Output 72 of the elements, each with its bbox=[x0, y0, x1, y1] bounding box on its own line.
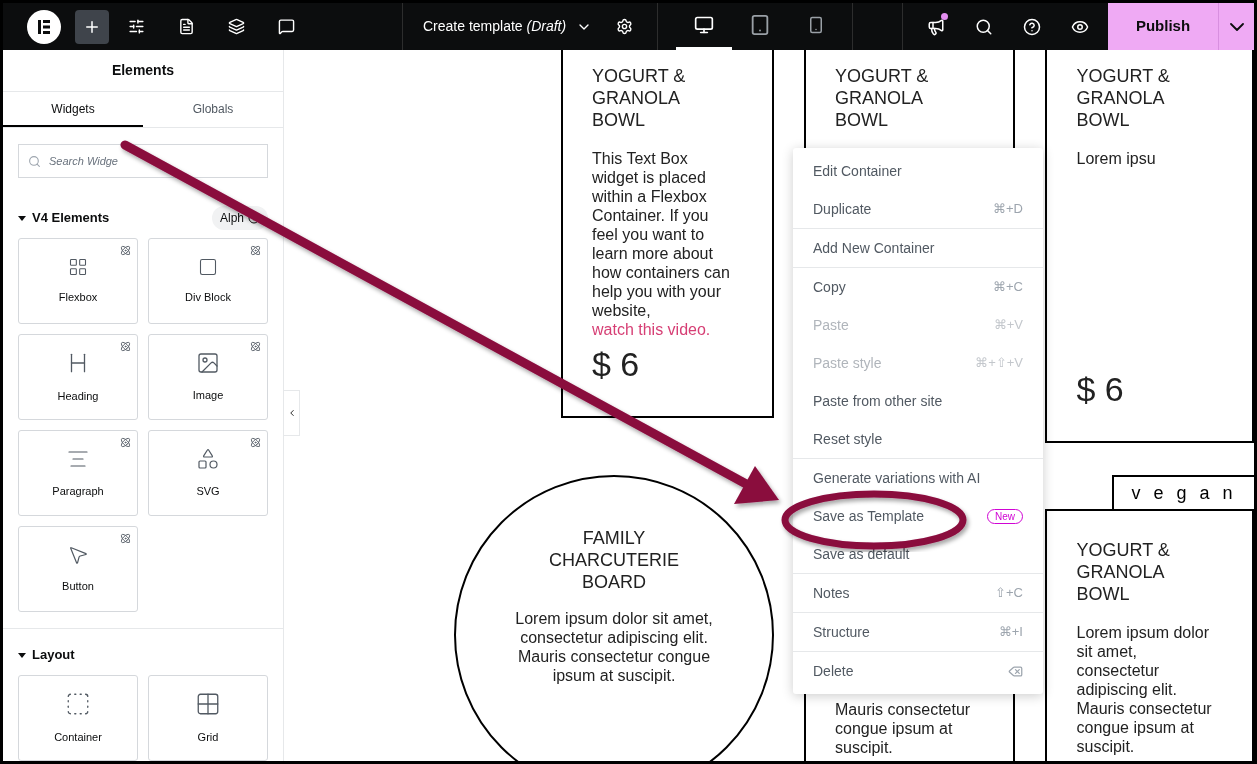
menu-item[interactable]: Generate variations with AI bbox=[793, 459, 1043, 497]
price: $ 6 bbox=[1076, 369, 1125, 410]
desktop-icon bbox=[694, 15, 714, 35]
publish-button[interactable]: Publish bbox=[1108, 3, 1218, 50]
widget-tile[interactable]: Button bbox=[18, 526, 138, 612]
card-description: Lorem ipsum dolor sit amet, consectetur adipiscing elit. Mauris consectetur congue ipsum at suscipit. bbox=[514, 609, 714, 685]
widget-tile[interactable]: Paragraph bbox=[18, 430, 138, 516]
delete-key-icon bbox=[1008, 663, 1023, 679]
megaphone-icon bbox=[927, 17, 945, 36]
help-icon bbox=[1023, 17, 1041, 36]
menu-item[interactable]: Save as Template New bbox=[793, 497, 1043, 535]
image-icon bbox=[196, 350, 220, 375]
menu-item[interactable]: Save as default bbox=[793, 535, 1043, 573]
menu-item[interactable]: Add New Container bbox=[793, 229, 1043, 267]
shortcut: ⌘+D bbox=[993, 200, 1023, 219]
panel-tab[interactable]: Widgets bbox=[3, 92, 143, 127]
shapes-icon bbox=[196, 446, 220, 471]
menu-item[interactable]: Notes ⇧+C bbox=[793, 574, 1043, 612]
menu-item[interactable]: Paste from other site bbox=[793, 382, 1043, 420]
document-title-button[interactable]: Create template (Draft) bbox=[423, 16, 593, 37]
collapse-panel-handle[interactable] bbox=[284, 390, 300, 436]
menu-item[interactable]: Structure ⌘+I bbox=[793, 613, 1043, 651]
section-header[interactable]: Layout bbox=[18, 645, 75, 665]
speech-bubble-icon bbox=[277, 18, 295, 35]
search-field[interactable]: Search Widge bbox=[18, 144, 268, 178]
publish-options-button[interactable] bbox=[1218, 3, 1254, 50]
menu-item[interactable]: Reset style bbox=[793, 420, 1043, 458]
menu-item[interactable]: Delete bbox=[793, 652, 1043, 690]
flexbox-icon bbox=[68, 256, 88, 277]
mobile-icon bbox=[807, 16, 825, 34]
section-header[interactable]: V4 Elements bbox=[18, 208, 110, 228]
card-title: YOGURT & GRANOLA BOWL bbox=[1076, 65, 1171, 131]
card-title: FAMILY CHARCUTERIE BOARD bbox=[548, 527, 680, 593]
gear-icon bbox=[616, 18, 634, 35]
widget-tile[interactable]: Container bbox=[18, 675, 138, 761]
card-description: Lorem ipsu bbox=[1076, 149, 1157, 168]
menu-item[interactable]: Edit Container bbox=[793, 152, 1043, 190]
card-title: YOGURT & GRANOLA BOWL bbox=[592, 65, 687, 131]
logo-icon[interactable] bbox=[27, 9, 61, 44]
tablet-icon bbox=[749, 14, 771, 36]
shortcut: ⌘+C bbox=[993, 278, 1023, 297]
card-title: YOGURT & GRANOLA BOWL bbox=[835, 65, 930, 131]
shortcut: ⇧+C bbox=[995, 584, 1023, 603]
widget-tile[interactable]: SVG bbox=[148, 430, 268, 516]
document-icon bbox=[177, 18, 195, 35]
panel-tab[interactable]: Globals bbox=[143, 92, 283, 127]
add-button[interactable] bbox=[75, 9, 109, 44]
shortcut: ⌘+V bbox=[993, 316, 1023, 335]
settings-button[interactable] bbox=[616, 18, 634, 35]
shortcut: ⌘+⇧+V bbox=[975, 354, 1023, 373]
card-description: Mauris consectetur congue ipsum at suscipit. bbox=[835, 700, 972, 757]
widget-tile[interactable]: Heading bbox=[18, 334, 138, 420]
square-icon bbox=[198, 256, 218, 277]
widget-tile[interactable]: Flexbox bbox=[18, 238, 138, 324]
menu-item[interactable]: Copy ⌘+C bbox=[793, 268, 1043, 306]
price: $ 6 bbox=[592, 344, 641, 385]
card-description: This Text Box widget is placed within a Flexbox Container. If you feel you want to learn more about how containers can help you with your website, watch this video. bbox=[592, 149, 731, 339]
search-icon bbox=[975, 17, 993, 36]
search-icon bbox=[28, 155, 41, 168]
widget-tile[interactable]: Div Block bbox=[148, 238, 268, 324]
sliders-icon bbox=[127, 18, 145, 35]
panel-title: Elements bbox=[3, 50, 283, 92]
widget-tile[interactable]: Grid bbox=[148, 675, 268, 761]
chevron-down-icon bbox=[1229, 22, 1244, 31]
badge-label: Alph bbox=[219, 210, 244, 227]
menu-item[interactable]: Duplicate ⌘+D bbox=[793, 190, 1043, 228]
video-link[interactable]: watch this video. bbox=[592, 321, 711, 338]
widget-tile[interactable]: Image bbox=[148, 334, 268, 420]
card-description: Lorem ipsum dolor sit amet, consectetur adipiscing elit. Mauris consectetur congue ipsum at suscipit. bbox=[1076, 623, 1213, 756]
shortcut: ⌘+I bbox=[998, 623, 1023, 642]
layers-icon bbox=[227, 18, 245, 35]
card-title: YOGURT & GRANOLA BOWL bbox=[1076, 539, 1171, 605]
